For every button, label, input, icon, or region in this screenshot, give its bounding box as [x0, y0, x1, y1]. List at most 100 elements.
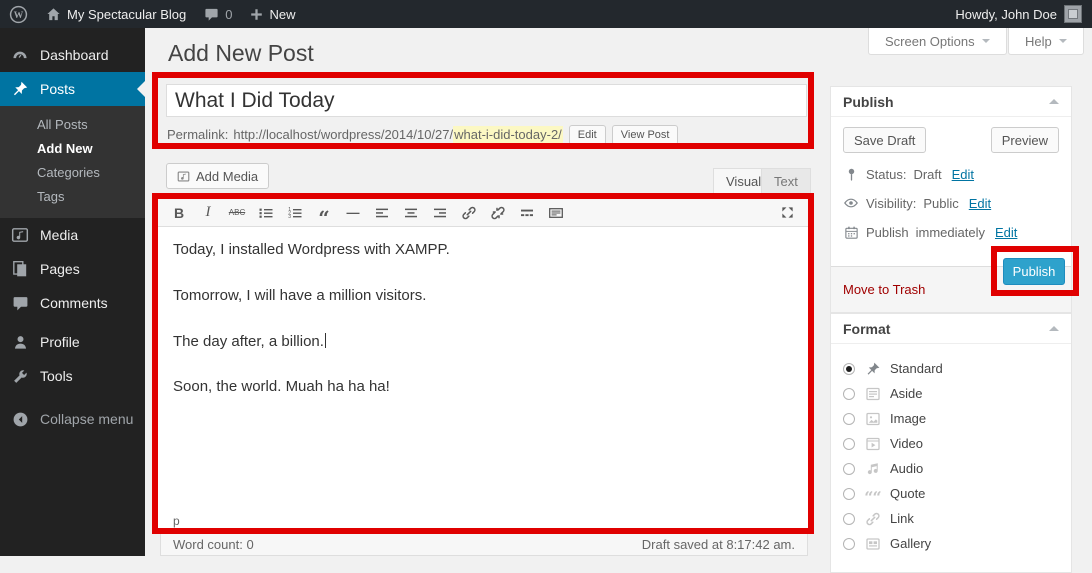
comments-count: 0	[225, 7, 232, 22]
sidebar-item-dashboard[interactable]: Dashboard	[0, 38, 145, 72]
submenu-all-posts[interactable]: All Posts	[0, 113, 145, 137]
sidebar-item-profile[interactable]: Profile	[0, 325, 145, 359]
align-right-button[interactable]	[429, 202, 451, 224]
collapse-panel-icon[interactable]	[1049, 94, 1059, 104]
howdy-account-menu[interactable]: Howdy, John Doe	[955, 7, 1057, 22]
permalink-edit-button[interactable]: Edit	[569, 125, 606, 145]
format-option-video[interactable]: Video	[843, 431, 1059, 456]
blockquote-button[interactable]: “	[313, 202, 335, 224]
radio-unselected[interactable]	[843, 413, 855, 425]
format-option-link[interactable]: Link	[843, 506, 1059, 531]
sidebar-item-label: Collapse menu	[40, 411, 133, 427]
screen-options-button[interactable]: Screen Options	[868, 28, 1007, 55]
edit-schedule-link[interactable]: Edit	[995, 225, 1017, 240]
format-panel-body: Standard Aside Image Video	[831, 344, 1071, 562]
align-left-button[interactable]	[371, 202, 393, 224]
insert-link-button[interactable]	[458, 202, 480, 224]
sidebar-item-tools[interactable]: Tools	[0, 359, 145, 393]
editor-content-area[interactable]: Today, I installed Wordpress with XAMPP.…	[158, 227, 808, 515]
format-option-label: Link	[890, 511, 914, 526]
visibility-row: Visibility: Public Edit	[843, 195, 1059, 211]
bulleted-list-button[interactable]	[255, 202, 277, 224]
radio-unselected[interactable]	[843, 488, 855, 500]
format-option-label: Video	[890, 436, 923, 451]
post-title-input[interactable]	[166, 84, 807, 117]
move-to-trash-link[interactable]: Move to Trash	[843, 282, 925, 297]
publish-panel-body: Save Draft Preview Status: Draft Edit Vi…	[831, 117, 1071, 252]
screen-options-label: Screen Options	[885, 34, 975, 49]
editor-element-path[interactable]: p	[158, 514, 808, 528]
radio-unselected[interactable]	[843, 463, 855, 475]
submenu-categories[interactable]: Categories	[0, 161, 145, 185]
sidebar-item-label: Tools	[40, 368, 73, 384]
format-option-quote[interactable]: ““ Quote	[843, 481, 1059, 506]
sidebar-item-media[interactable]: Media	[0, 218, 145, 252]
permalink-base: http://localhost/wordpress/2014/10/27/	[233, 127, 453, 142]
chevron-down-icon	[982, 39, 990, 47]
radio-unselected[interactable]	[843, 513, 855, 525]
admin-bar: W My Spectacular Blog 0 New Howdy, John …	[0, 0, 1092, 28]
bold-button[interactable]: B	[168, 202, 190, 224]
editor-paragraph: The day after, a billion.	[173, 331, 793, 353]
radio-unselected[interactable]	[843, 538, 855, 550]
more-tag-button[interactable]	[516, 202, 538, 224]
avatar[interactable]	[1064, 5, 1082, 23]
format-option-label: Standard	[890, 361, 943, 376]
collapse-panel-icon[interactable]	[1049, 321, 1059, 331]
publish-button[interactable]: Publish	[1003, 258, 1065, 285]
add-media-button[interactable]: Add Media	[166, 163, 269, 189]
radio-selected[interactable]	[843, 363, 855, 375]
format-option-label: Gallery	[890, 536, 931, 551]
schedule-row: Publish immediately Edit	[843, 224, 1059, 240]
format-option-image[interactable]: Image	[843, 406, 1059, 431]
submenu-add-new[interactable]: Add New	[0, 137, 145, 161]
toolbar-toggle-button[interactable]	[545, 202, 567, 224]
help-button[interactable]: Help	[1008, 28, 1084, 55]
view-post-button[interactable]: View Post	[612, 125, 679, 145]
aside-icon	[864, 385, 881, 402]
italic-button[interactable]: I	[197, 202, 219, 224]
admin-menu: Dashboard Posts All Posts Add New Catego…	[0, 28, 145, 556]
tab-text[interactable]: Text	[761, 168, 811, 194]
format-option-gallery[interactable]: Gallery	[843, 531, 1059, 556]
word-count: Word count: 0	[173, 537, 254, 552]
chevron-down-icon	[1059, 39, 1067, 47]
format-option-standard[interactable]: Standard	[843, 356, 1059, 381]
fullscreen-button[interactable]	[776, 202, 798, 224]
site-name-link[interactable]: My Spectacular Blog	[37, 0, 195, 28]
numbered-list-button[interactable]: 123	[284, 202, 306, 224]
radio-unselected[interactable]	[843, 438, 855, 450]
sidebar-item-posts[interactable]: Posts	[0, 72, 145, 106]
preview-button[interactable]: Preview	[991, 127, 1059, 153]
format-option-label: Quote	[890, 486, 925, 501]
comments-bubble-button[interactable]: 0	[195, 0, 241, 28]
strikethrough-button[interactable]: ABC	[226, 202, 248, 224]
edit-visibility-link[interactable]: Edit	[969, 196, 991, 211]
plus-icon	[250, 8, 263, 21]
horizontal-rule-button[interactable]: —	[342, 202, 364, 224]
image-icon	[864, 410, 881, 427]
pages-icon	[10, 259, 30, 279]
sidebar-item-label: Pages	[40, 261, 80, 277]
format-option-audio[interactable]: Audio	[843, 456, 1059, 481]
edit-status-link[interactable]: Edit	[952, 167, 974, 182]
sidebar-item-comments[interactable]: Comments	[0, 286, 145, 320]
remove-link-button[interactable]	[487, 202, 509, 224]
visibility-eye-icon	[843, 195, 859, 211]
radio-unselected[interactable]	[843, 388, 855, 400]
permalink-row: Permalink: http://localhost/wordpress/20…	[167, 124, 807, 145]
new-label: New	[269, 7, 295, 22]
submenu-tags[interactable]: Tags	[0, 185, 145, 209]
new-content-button[interactable]: New	[241, 0, 304, 28]
wordpress-logo-menu[interactable]: W	[0, 0, 37, 28]
align-center-button[interactable]	[400, 202, 422, 224]
publish-panel-header[interactable]: Publish	[831, 87, 1071, 117]
pushpin-icon	[10, 79, 30, 99]
format-panel-header[interactable]: Format	[831, 314, 1071, 344]
save-draft-button[interactable]: Save Draft	[843, 127, 926, 153]
posts-submenu: All Posts Add New Categories Tags	[0, 106, 145, 218]
format-option-aside[interactable]: Aside	[843, 381, 1059, 406]
gallery-icon	[864, 535, 881, 552]
sidebar-item-pages[interactable]: Pages	[0, 252, 145, 286]
collapse-menu-button[interactable]: Collapse menu	[0, 402, 145, 436]
